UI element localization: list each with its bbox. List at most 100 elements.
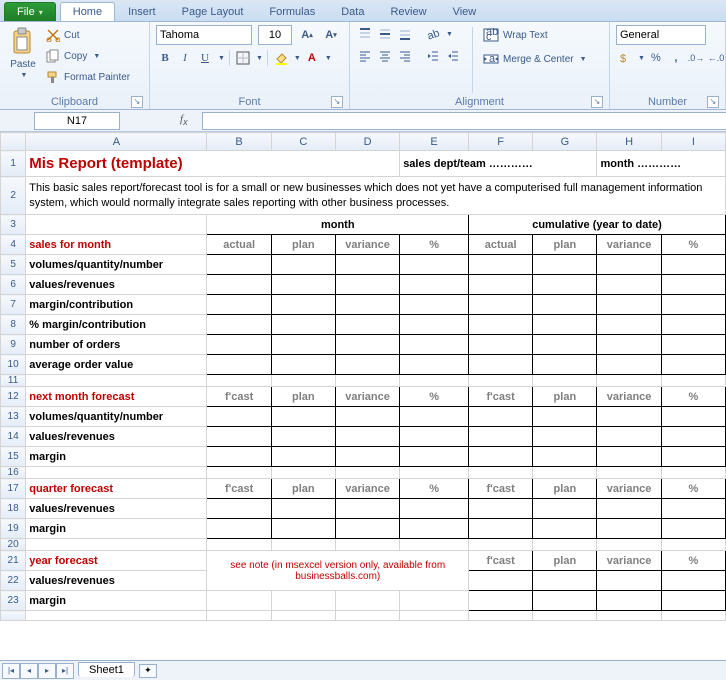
accounting-format-button[interactable]: $ [616,49,634,67]
align-center-button[interactable] [376,47,394,65]
wrap-text-button[interactable]: abc Wrap Text [483,25,587,45]
row-14[interactable]: 14values/revenues [1,427,726,447]
col-H[interactable]: H [597,133,661,151]
merge-center-button[interactable]: a Merge & Center▼ [483,49,587,69]
row-15[interactable]: 15margin [1,447,726,467]
row-6[interactable]: 6values/revenues [1,275,726,295]
percent-format-button[interactable]: % [647,49,665,67]
cut-button[interactable]: Cut [46,25,130,45]
tab-review[interactable]: Review [377,2,439,21]
row-24[interactable] [1,611,726,621]
copy-icon [46,49,60,63]
font-color-button[interactable]: A [303,49,321,67]
col-A[interactable]: A [26,133,207,151]
note-text: see note (in msexcel version only, avail… [207,551,469,591]
fx-icon[interactable]: fx [180,113,188,127]
comma-format-button[interactable]: , [667,49,685,67]
tab-page-layout[interactable]: Page Layout [169,2,257,21]
tab-file[interactable]: File [4,2,56,21]
sales-dept-label: sales dept/team ………… [400,151,597,177]
number-launcher[interactable]: ↘ [707,96,719,108]
row-13[interactable]: 13volumes/quantity/number [1,407,726,427]
row-9[interactable]: 9number of orders [1,335,726,355]
align-middle-button[interactable] [376,25,394,43]
svg-text:a: a [489,53,496,65]
alignment-launcher[interactable]: ↘ [591,96,603,108]
row-17[interactable]: 17 quarter forecast f'castplanvariance%f… [1,479,726,499]
tab-home[interactable]: Home [60,2,115,21]
number-format-select[interactable] [616,25,706,45]
row-2[interactable]: 2 This basic sales report/forecast tool … [1,177,726,215]
align-top-button[interactable] [356,25,374,43]
sheet-nav-first[interactable]: |◂ [2,663,20,679]
fill-color-button[interactable] [272,49,290,67]
row-7[interactable]: 7margin/contribution [1,295,726,315]
tab-view[interactable]: View [440,2,490,21]
decrease-decimal-button[interactable]: ←.0 [707,49,725,67]
font-name-select[interactable] [156,25,252,45]
name-box[interactable] [34,112,120,130]
select-all-corner[interactable] [1,133,26,151]
sheet-nav-prev[interactable]: ◂ [20,663,38,679]
tab-data[interactable]: Data [328,2,377,21]
row-20[interactable]: 20 [1,539,726,551]
row-18[interactable]: 18values/revenues [1,499,726,519]
col-F[interactable]: F [469,133,533,151]
grow-font-button[interactable]: A▴ [298,26,316,44]
row-4[interactable]: 4 sales for month actual plan variance %… [1,235,726,255]
row-3[interactable]: 3 month cumulative (year to date) [1,215,726,235]
sheet-nav-next[interactable]: ▸ [38,663,56,679]
align-bottom-button[interactable] [396,25,414,43]
col-I[interactable]: I [661,133,725,151]
svg-text:ab: ab [426,27,440,41]
row-5[interactable]: 5volumes/quantity/number [1,255,726,275]
column-headers[interactable]: A B C D E F G H I [1,133,726,151]
row-21[interactable]: 21 year forecast see note (in msexcel ve… [1,551,726,571]
row-12[interactable]: 12 next month forecast f'castplanvarianc… [1,387,726,407]
bold-button[interactable]: B [156,49,174,67]
increase-decimal-button[interactable]: .0→ [687,49,705,67]
paste-label: Paste [10,59,36,70]
row-19[interactable]: 19margin [1,519,726,539]
col-G[interactable]: G [533,133,597,151]
align-right-button[interactable] [396,47,414,65]
row-1[interactable]: 1 Mis Report (template) sales dept/team … [1,151,726,177]
row-23[interactable]: 23margin [1,591,726,611]
paintbrush-icon [46,70,60,84]
worksheet-grid[interactable]: A B C D E F G H I 1 Mis Report (template… [0,132,726,621]
row-10[interactable]: 10average order value [1,355,726,375]
increase-indent-button[interactable] [444,47,462,65]
row-11[interactable]: 11 [1,375,726,387]
underline-button[interactable]: U [196,49,214,67]
col-C[interactable]: C [271,133,335,151]
col-E[interactable]: E [400,133,469,151]
formula-input[interactable] [202,112,726,130]
shrink-font-button[interactable]: A▾ [322,26,340,44]
new-sheet-button[interactable]: ✦ [139,664,157,678]
merge-icon: a [483,52,499,66]
font-launcher[interactable]: ↘ [331,96,343,108]
paste-button[interactable]: Paste ▼ [6,25,40,81]
col-D[interactable]: D [335,133,399,151]
row-16[interactable]: 16 [1,467,726,479]
decrease-indent-button[interactable] [424,47,442,65]
sheet-nav-last[interactable]: ▸| [56,663,74,679]
copy-button[interactable]: Copy▼ [46,46,130,66]
wrap-text-icon: abc [483,28,499,42]
sheet-tab-sheet1[interactable]: Sheet1 [78,662,135,677]
tab-insert[interactable]: Insert [115,2,169,21]
align-left-button[interactable] [356,47,374,65]
ribbon: Paste ▼ Cut Copy▼ Format Painter Clipboa… [0,22,726,110]
borders-button[interactable] [234,49,252,67]
italic-button[interactable]: I [176,49,194,67]
orientation-button[interactable]: ab [424,25,442,43]
col-B[interactable]: B [207,133,271,151]
clipboard-launcher[interactable]: ↘ [131,96,143,108]
svg-text:c: c [486,31,492,42]
font-size-select[interactable] [258,25,292,45]
row-8[interactable]: 8% margin/contribution [1,315,726,335]
format-painter-button[interactable]: Format Painter [46,67,130,87]
tab-formulas[interactable]: Formulas [256,2,328,21]
clipboard-group-label: Clipboard [51,96,98,108]
alignment-group-label: Alignment [455,96,504,108]
